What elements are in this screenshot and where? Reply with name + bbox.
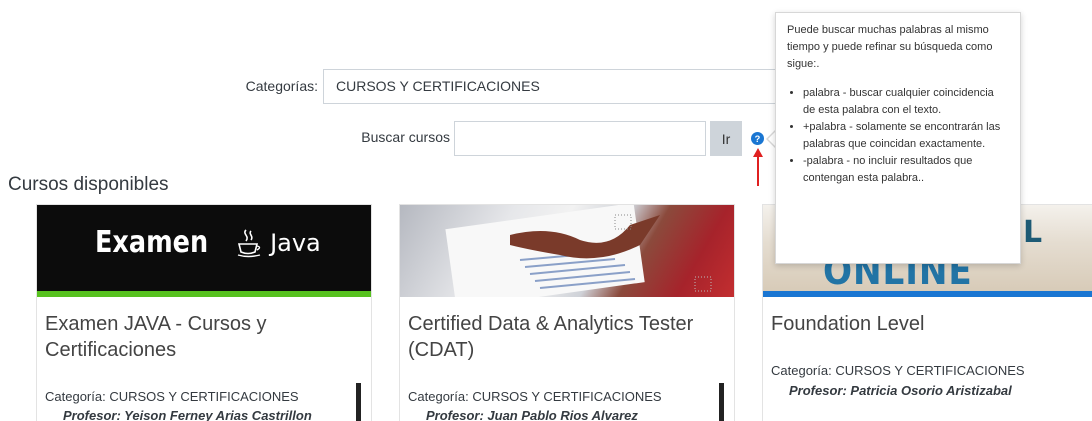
category-label: Categorías:: [245, 78, 318, 94]
search-courses-input[interactable]: [454, 121, 706, 156]
course-teacher: Profesor: Juan Pablo Rios Alvarez: [426, 408, 638, 421]
course-image-text: Examen: [95, 225, 209, 260]
course-category-prefix: Categoría:: [45, 389, 106, 404]
course-category: Categoría: CURSOS Y CERTIFICACIONES: [771, 363, 1025, 378]
course-category-link[interactable]: CURSOS Y CERTIFICACIONES: [835, 363, 1024, 378]
help-icon[interactable]: ?: [751, 132, 764, 145]
available-courses-title: Cursos disponibles: [8, 174, 169, 195]
course-title[interactable]: Examen JAVA - Cursos y Certificaciones: [45, 311, 363, 363]
course-category: Categoría: CURSOS Y CERTIFICACIONES: [45, 389, 299, 404]
java-cup-icon: [237, 228, 261, 257]
tooltip-list: palabra - buscar cualquier coincidencia …: [787, 85, 1009, 187]
course-category-prefix: Categoría:: [771, 363, 832, 378]
course-category: Categoría: CURSOS Y CERTIFICACIONES: [408, 389, 662, 404]
search-help-tooltip: Puede buscar muchas palabras al mismo ti…: [775, 12, 1021, 264]
course-title[interactable]: Certified Data & Analytics Tester (CDAT): [408, 311, 726, 363]
course-image[interactable]: Examen Java: [37, 205, 371, 297]
analytics-photo: [445, 205, 712, 297]
red-arrow-annotation: [753, 148, 763, 186]
course-image-text: L: [1023, 215, 1043, 250]
course-card[interactable]: Certified Data & Analytics Tester (CDAT)…: [399, 204, 735, 421]
course-teacher: Profesor: Patricia Osorio Aristizabal: [789, 383, 1012, 398]
course-image[interactable]: [400, 205, 734, 297]
course-summary-marker: [719, 383, 724, 421]
course-card[interactable]: Examen Java Examen JAVA - Cursos y Certi…: [36, 204, 372, 421]
tooltip-item: palabra - buscar cualquier coincidencia …: [803, 85, 1009, 119]
category-select[interactable]: CURSOS Y CERTIFICACIONES: [323, 69, 793, 104]
course-category-prefix: Categoría:: [408, 389, 469, 404]
course-color-bar: [763, 291, 1092, 297]
course-title[interactable]: Foundation Level: [771, 311, 1092, 337]
tooltip-item: -palabra - no incluir resultados que con…: [803, 153, 1009, 187]
tooltip-item: +palabra - solamente se encontrarán las …: [803, 119, 1009, 153]
course-image-text: Java: [270, 228, 321, 257]
tooltip-intro: Puede buscar muchas palabras al mismo ti…: [787, 24, 993, 71]
course-teacher: Profesor: Yeison Ferney Arias Castrillon: [63, 408, 312, 421]
course-summary-marker: [356, 383, 361, 421]
svg-text:?: ?: [755, 134, 761, 144]
course-category-link[interactable]: CURSOS Y CERTIFICACIONES: [109, 389, 298, 404]
course-color-bar: [37, 291, 371, 297]
go-button[interactable]: Ir: [710, 121, 742, 156]
course-category-link[interactable]: CURSOS Y CERTIFICACIONES: [472, 389, 661, 404]
search-courses-label: Buscar cursos: [361, 129, 450, 145]
